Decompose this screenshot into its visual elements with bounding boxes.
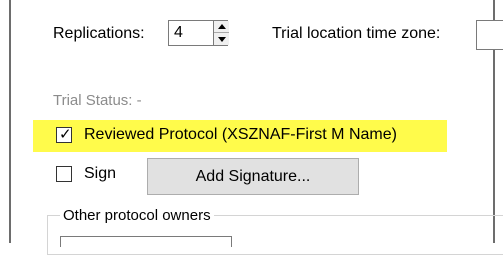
arrow-down-icon bbox=[217, 36, 226, 42]
sign-label[interactable]: Sign bbox=[84, 164, 116, 184]
add-signature-button[interactable]: Add Signature... bbox=[147, 158, 359, 195]
add-signature-button-label: Add Signature... bbox=[195, 167, 311, 185]
arrow-up-icon bbox=[217, 24, 226, 29]
trial-status-text: Trial Status: - bbox=[53, 92, 142, 109]
replications-spinner[interactable]: 4 bbox=[168, 20, 229, 46]
replications-value[interactable]: 4 bbox=[174, 23, 183, 43]
reviewed-protocol-checkbox[interactable]: ✓ bbox=[56, 127, 72, 143]
spin-down-button[interactable] bbox=[214, 33, 229, 45]
replications-label: Replications: bbox=[53, 25, 145, 42]
other-owners-legend: Other protocol owners bbox=[60, 207, 214, 225]
timezone-field[interactable] bbox=[476, 20, 503, 50]
other-owners-field[interactable] bbox=[60, 236, 232, 247]
timezone-label: Trial location time zone: bbox=[272, 25, 441, 42]
spinner-buttons bbox=[213, 21, 229, 45]
checkmark-icon: ✓ bbox=[59, 126, 72, 143]
spin-up-button[interactable] bbox=[214, 21, 229, 33]
reviewed-protocol-label[interactable]: Reviewed Protocol (XSZNAF-First M Name) bbox=[84, 125, 397, 145]
sign-checkbox[interactable] bbox=[56, 166, 72, 182]
